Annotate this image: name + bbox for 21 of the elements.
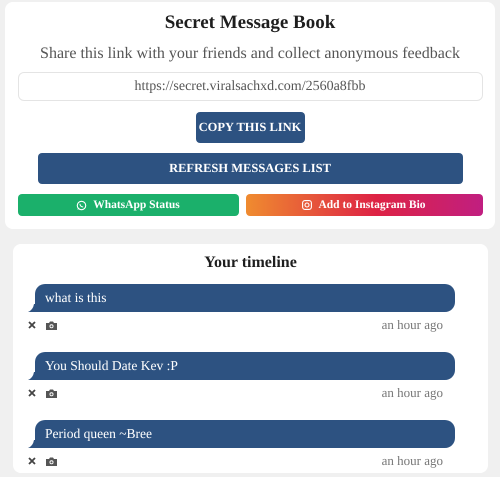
timeline-title: Your timeline: [203, 254, 298, 272]
link-field[interactable]: https://secret.viralsachxd.com/2560a8fbb: [18, 72, 482, 101]
close-icon[interactable]: [28, 321, 36, 329]
refresh-button[interactable]: REFRESH MESSAGES LIST: [38, 153, 462, 184]
instagram-button[interactable]: Add to Instagram Bio: [246, 194, 482, 216]
message-time: an hour ago: [382, 385, 443, 401]
camera-icon[interactable]: [46, 388, 57, 398]
instagram-icon: [302, 200, 312, 210]
message-time: an hour ago: [382, 317, 443, 333]
close-icon[interactable]: [28, 389, 36, 397]
message-text: what is this: [45, 290, 107, 306]
message-time: an hour ago: [382, 453, 443, 469]
camera-icon[interactable]: [46, 456, 57, 466]
message-text: Period queen ~Bree: [45, 426, 152, 442]
subtitle: Share this link with your friends and collect anonymous feedback: [40, 45, 460, 63]
copy-link-button[interactable]: COPY THIS LINK: [196, 112, 304, 143]
close-icon[interactable]: [28, 457, 36, 465]
camera-icon[interactable]: [46, 320, 57, 330]
page-title: Secret Message Book: [164, 12, 336, 34]
message-text: You Should Date Kev :P: [45, 358, 178, 374]
whatsapp-icon: [76, 200, 88, 210]
